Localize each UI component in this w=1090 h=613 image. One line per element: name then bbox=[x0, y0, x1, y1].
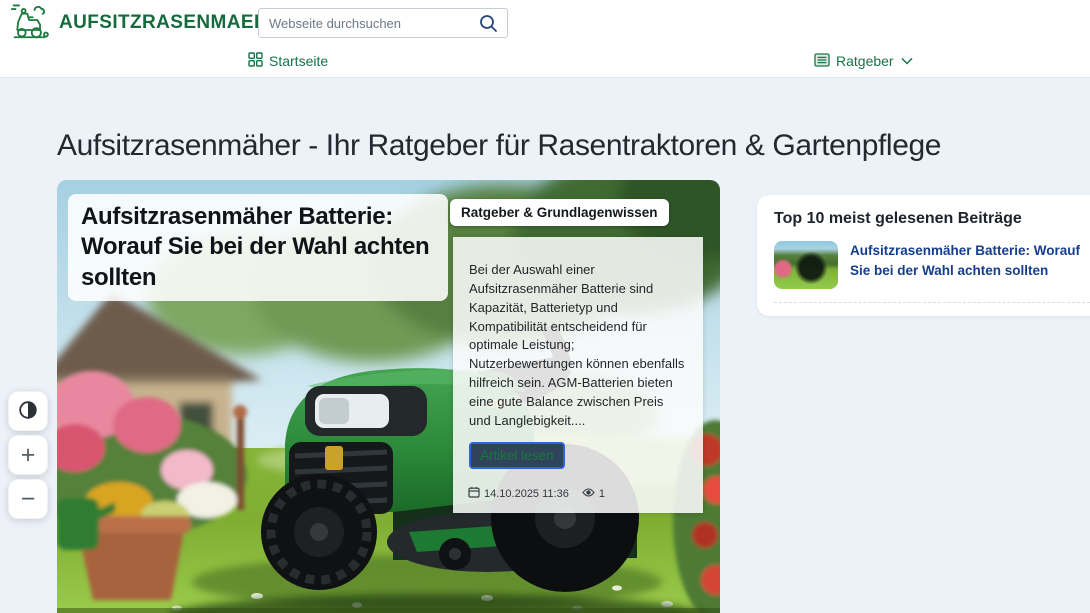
plus-icon: + bbox=[21, 443, 36, 468]
article-excerpt: Bei der Auswahl einer Aufsitzrasenmäher … bbox=[469, 261, 687, 431]
article-link[interactable]: Aufsitzrasenmäher Batterie: Worauf Sie b… bbox=[850, 241, 1090, 282]
search-box bbox=[258, 8, 508, 38]
list-item[interactable]: Aufsitzrasenmäher Batterie: Worauf Sie b… bbox=[774, 241, 1090, 289]
grid-icon bbox=[248, 52, 263, 70]
article-thumbnail bbox=[774, 241, 838, 289]
featured-article-card[interactable]: Finalti bbox=[57, 180, 720, 613]
search-icon[interactable] bbox=[479, 14, 507, 33]
nav-label: Startseite bbox=[269, 53, 328, 69]
search-input[interactable] bbox=[259, 16, 479, 31]
category-badge[interactable]: Ratgeber & Grundlagenwissen bbox=[450, 199, 669, 226]
minus-icon: − bbox=[21, 487, 36, 512]
divider bbox=[774, 302, 1090, 303]
main-nav: Startseite Ratgeber bbox=[0, 45, 1090, 78]
views-group: 1 bbox=[582, 488, 605, 500]
site-header: AUFSITZRASENMAEHER bbox=[0, 0, 1090, 45]
article-meta: 14.10.2025 11:36 1 bbox=[468, 486, 605, 501]
view-count: 1 bbox=[599, 488, 605, 500]
publish-date: 14.10.2025 11:36 bbox=[484, 488, 569, 500]
accessibility-toolbar: + − bbox=[8, 391, 48, 519]
nav-label: Ratgeber bbox=[836, 53, 894, 69]
page-title: Aufsitzrasenmäher - Ihr Ratgeber für Ras… bbox=[57, 129, 941, 163]
contrast-icon bbox=[18, 400, 38, 423]
calendar-icon bbox=[468, 486, 480, 501]
article-icon bbox=[814, 53, 830, 70]
brand[interactable]: AUFSITZRASENMAEHER bbox=[10, 0, 295, 45]
mower-logo-icon bbox=[10, 0, 50, 45]
contrast-toggle-button[interactable] bbox=[8, 391, 48, 431]
article-excerpt-panel: Bei der Auswahl einer Aufsitzrasenmäher … bbox=[453, 237, 703, 513]
chevron-down-icon bbox=[901, 57, 913, 65]
read-article-button[interactable]: Artikel lesen bbox=[469, 442, 565, 469]
nav-item-startseite[interactable]: Startseite bbox=[248, 45, 328, 77]
font-increase-button[interactable]: + bbox=[8, 435, 48, 475]
eye-icon bbox=[582, 488, 595, 500]
article-title: Aufsitzrasenmäher Batterie: Worauf Sie b… bbox=[68, 194, 448, 301]
nav-item-ratgeber[interactable]: Ratgeber bbox=[814, 45, 913, 77]
font-decrease-button[interactable]: − bbox=[8, 479, 48, 519]
top-articles-title: Top 10 meist gelesenen Beiträge bbox=[774, 210, 1090, 228]
top-articles-card: Top 10 meist gelesenen Beiträge Aufsitzr… bbox=[757, 195, 1090, 316]
